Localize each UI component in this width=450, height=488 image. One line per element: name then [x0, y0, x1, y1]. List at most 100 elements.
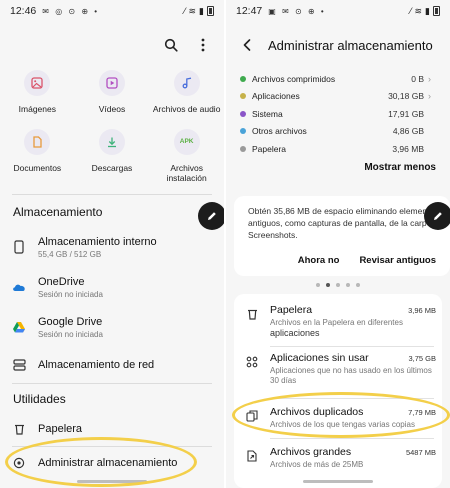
edit-fab-button[interactable] [424, 202, 450, 230]
system-icons: ⁄ ≋ ▮ [410, 6, 440, 17]
page-dot [356, 283, 360, 287]
cleanup-size: 3,96 MB [408, 306, 436, 315]
category-installation-files[interactable]: APK Archivos instalación [149, 128, 224, 184]
storage-item-internal[interactable]: Almacenamiento interno 55,4 GB / 512 GB [0, 233, 224, 261]
category-label: Vídeos [98, 104, 126, 114]
utility-trash[interactable]: Papelera [0, 420, 224, 438]
suggestion-card: Obtén 35,86 MB de espacio eliminando ele… [234, 196, 450, 276]
storage-section-title: Almacenamiento [13, 205, 103, 219]
utility-title: Papelera [38, 423, 83, 435]
status-bar: 12:46 ✉ ◎ ⊙ ⊕ • ⁄ ≋ ▮ [0, 0, 224, 22]
utility-title: Administrar almacenamiento [38, 457, 178, 469]
not-now-button[interactable]: Ahora no [298, 255, 340, 266]
category-label: Archivos de audio [152, 104, 221, 114]
trash-icon [14, 424, 24, 435]
storage-item-google-drive[interactable]: Google Drive Sesión no iniciada [0, 313, 224, 341]
signal-icon: ▮ [425, 5, 430, 16]
image-icon [24, 70, 51, 96]
utility-manage-storage[interactable]: Administrar almacenamiento [0, 454, 224, 472]
page-dot-active [326, 283, 330, 287]
network-storage-icon [12, 359, 26, 371]
document-icon [24, 128, 51, 155]
legend-label: Sistema [252, 108, 283, 119]
storage-item-sub: 55,4 GB / 512 GB [38, 249, 102, 259]
chevron-right-icon: › [428, 73, 431, 84]
review-old-button[interactable]: Revisar antiguos [359, 255, 436, 266]
legend-size: 4,86 GB [392, 126, 424, 137]
download-icon [98, 128, 125, 155]
signal-icon: ▮ [199, 5, 204, 16]
video-icon [98, 70, 125, 96]
onedrive-icon [13, 284, 25, 291]
cleanup-item-unused-apps[interactable]: Aplicaciones sin usar 3,75 GB Aplicacion… [234, 352, 442, 387]
legend-row-other: Otros archivos 4,86 GB [240, 123, 436, 141]
legend-dot [240, 93, 246, 100]
pencil-icon [434, 212, 442, 220]
storage-item-title: OneDrive [38, 275, 85, 288]
apps-grid-icon [246, 356, 258, 368]
trash-icon [247, 309, 257, 320]
page-dot [336, 283, 340, 287]
legend-label: Archivos comprimidos [252, 73, 336, 84]
phone-icon [14, 240, 24, 254]
cleanup-list: Papelera 3,96 MB Archivos en la Papelera… [234, 294, 442, 488]
legend-label: Aplicaciones [252, 91, 300, 102]
legend-size: 0 B [411, 73, 424, 84]
legend-row-compressed[interactable]: Archivos comprimidos 0 B › [240, 70, 436, 88]
wifi-icon: ≋ [188, 5, 197, 16]
category-images[interactable]: Imágenes [0, 70, 75, 115]
cleanup-item-duplicates[interactable]: Archivos duplicados 7,79 MB Archivos de … [234, 406, 442, 430]
storage-legend: Archivos comprimidos 0 B › Aplicaciones … [240, 70, 436, 158]
legend-dot [240, 75, 246, 82]
cleanup-sub: Archivos en la Papelera en diferentes [270, 318, 403, 327]
category-downloads[interactable]: Descargas [75, 128, 150, 184]
system-icons: ⁄ ≋ ▮ [184, 6, 214, 17]
status-time: 12:47 [236, 5, 263, 17]
category-videos[interactable]: Vídeos [75, 70, 150, 115]
google-drive-icon [13, 322, 25, 333]
cleanup-size: 5487 MB [405, 448, 436, 457]
manage-storage-icon [13, 457, 25, 469]
back-arrow-icon[interactable] [238, 36, 256, 54]
wifi-icon: ≋ [414, 5, 423, 16]
category-audio[interactable]: Archivos de audio [149, 70, 224, 115]
storage-item-sub: Sesión no iniciada [38, 329, 103, 339]
notification-icons: ▣ ✉ ⊙ ⊕ • [268, 6, 326, 16]
search-icon[interactable] [162, 36, 180, 54]
legend-size: 3,96 MB [392, 143, 424, 154]
storage-item-network[interactable]: Almacenamiento de red [0, 355, 224, 375]
category-label: Archivos instalación [166, 162, 207, 184]
divider [12, 194, 212, 195]
legend-dot [240, 145, 246, 152]
divider [12, 383, 212, 384]
category-label: Imágenes [18, 104, 56, 114]
divider [270, 438, 434, 439]
legend-size: 30,18 GB [388, 91, 424, 102]
category-grid: Imágenes Vídeos Archivos de audio Docume… [0, 70, 224, 184]
cleanup-sub: aplicaciones [270, 328, 320, 339]
utilities-section-title: Utilidades [13, 392, 66, 406]
category-documents[interactable]: Documentos [0, 128, 75, 184]
edit-fab-button[interactable] [198, 202, 224, 230]
legend-label: Papelera [252, 143, 287, 154]
legend-row-system: Sistema 17,91 GB [240, 105, 436, 123]
battery-icon [433, 6, 440, 16]
show-less-button[interactable]: Mostrar menos [364, 162, 436, 173]
mute-icon: ⁄ [183, 6, 186, 16]
legend-row-apps[interactable]: Aplicaciones 30,18 GB › [240, 88, 436, 106]
more-options-icon[interactable] [194, 36, 212, 54]
cleanup-item-trash[interactable]: Papelera 3,96 MB Archivos en la Papelera… [234, 304, 442, 340]
storage-item-onedrive[interactable]: OneDrive Sesión no iniciada [0, 273, 224, 301]
legend-row-trash: Papelera 3,96 MB [240, 140, 436, 158]
suggestion-text-line: Screenshots. [248, 229, 298, 240]
cleanup-item-large-files[interactable]: Archivos grandes 5487 MB Archivos de más… [234, 446, 442, 470]
page-dot [346, 283, 350, 287]
pencil-icon [208, 212, 216, 220]
page-dot [316, 283, 320, 287]
cleanup-sub: Archivos de los que tengas varias copias [270, 420, 415, 429]
status-bar: 12:47 ▣ ✉ ⊙ ⊕ • ⁄ ≋ ▮ [226, 0, 450, 22]
music-icon [173, 70, 200, 96]
cleanup-size: 3,75 GB [408, 354, 436, 363]
cleanup-title: Archivos grandes [270, 446, 352, 458]
gesture-bar [303, 480, 373, 483]
